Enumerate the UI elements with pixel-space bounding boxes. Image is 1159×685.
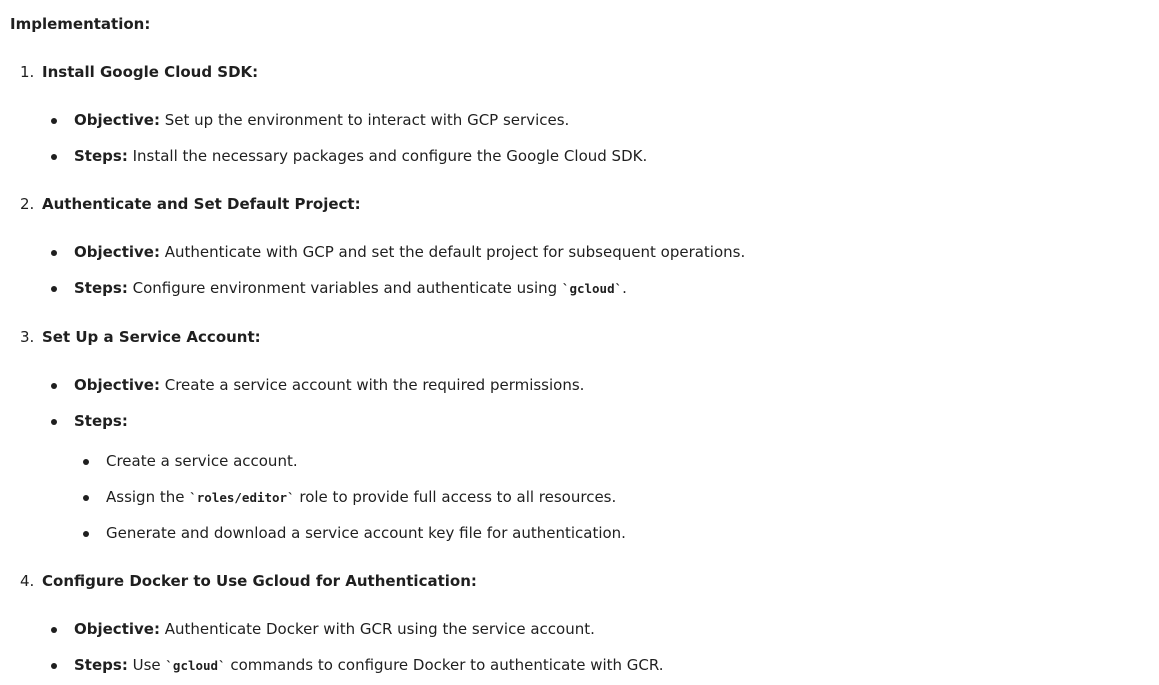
steps-line: Steps: xyxy=(74,411,128,431)
steps-text: Configure environment variables and auth… xyxy=(132,279,562,297)
sub-item-text-end: role to provide full access to all resou… xyxy=(294,488,617,506)
bullet-icon xyxy=(51,627,57,633)
steps-label: Steps: xyxy=(74,279,128,297)
objective-text: Authenticate with GCP and set the defaul… xyxy=(164,243,746,261)
steps-text-end: . xyxy=(622,279,627,297)
objective-text: Set up the environment to interact with … xyxy=(164,111,570,129)
objective-label: Objective: xyxy=(74,620,160,638)
step-number: 2. xyxy=(20,195,35,213)
sub-list-item: Generate and download a service account … xyxy=(106,523,626,543)
bullet-icon xyxy=(51,663,57,669)
steps-line: Steps: Install the necessary packages an… xyxy=(74,146,647,166)
steps-label: Steps: xyxy=(74,412,128,430)
sub-list-item: Assign the `roles/editor` role to provid… xyxy=(106,487,616,507)
step-number: 3. xyxy=(20,328,35,346)
page-heading: Implementation: xyxy=(10,15,151,33)
steps-text: Use xyxy=(132,656,166,674)
steps-label: Steps: xyxy=(74,656,128,674)
inline-code: `roles/editor` xyxy=(189,490,295,505)
sub-item-text: Assign the xyxy=(106,488,190,506)
bullet-icon xyxy=(51,419,57,425)
step-title: Authenticate and Set Default Project: xyxy=(42,195,361,213)
objective-line: Objective: Set up the environment to int… xyxy=(74,110,569,130)
bullet-icon xyxy=(51,383,57,389)
objective-line: Objective: Authenticate with GCP and set… xyxy=(74,242,745,262)
step-title: Set Up a Service Account: xyxy=(42,328,261,346)
steps-line: Steps: Configure environment variables a… xyxy=(74,278,627,298)
step-title: Configure Docker to Use Gcloud for Authe… xyxy=(42,572,477,590)
steps-line: Steps: Use `gcloud` commands to configur… xyxy=(74,655,664,675)
steps-text: Install the necessary packages and confi… xyxy=(132,147,648,165)
steps-label: Steps: xyxy=(74,147,128,165)
objective-line: Objective: Authenticate Docker with GCR … xyxy=(74,619,595,639)
bullet-icon xyxy=(51,118,57,124)
sub-list-item: Create a service account. xyxy=(106,451,298,471)
step-title: Install Google Cloud SDK: xyxy=(42,63,259,81)
bullet-icon xyxy=(83,459,89,465)
sub-item-text: Generate and download a service account … xyxy=(106,524,626,542)
step-number: 1. xyxy=(20,63,35,81)
bullet-icon xyxy=(83,495,89,501)
objective-line: Objective: Create a service account with… xyxy=(74,375,584,395)
bullet-icon xyxy=(51,250,57,256)
bullet-icon xyxy=(51,154,57,160)
bullet-icon xyxy=(83,531,89,537)
steps-text-end: commands to configure Docker to authenti… xyxy=(225,656,664,674)
objective-text: Authenticate Docker with GCR using the s… xyxy=(164,620,595,638)
objective-text: Create a service account with the requir… xyxy=(164,376,585,394)
objective-label: Objective: xyxy=(74,111,160,129)
inline-code: `gcloud` xyxy=(165,658,226,673)
step-number: 4. xyxy=(20,572,35,590)
objective-label: Objective: xyxy=(74,376,160,394)
sub-item-text: Create a service account. xyxy=(106,452,298,470)
document-body: Implementation: 1. Install Google Cloud … xyxy=(0,0,1159,685)
bullet-icon xyxy=(51,286,57,292)
objective-label: Objective: xyxy=(74,243,160,261)
inline-code: `gcloud` xyxy=(561,281,623,296)
